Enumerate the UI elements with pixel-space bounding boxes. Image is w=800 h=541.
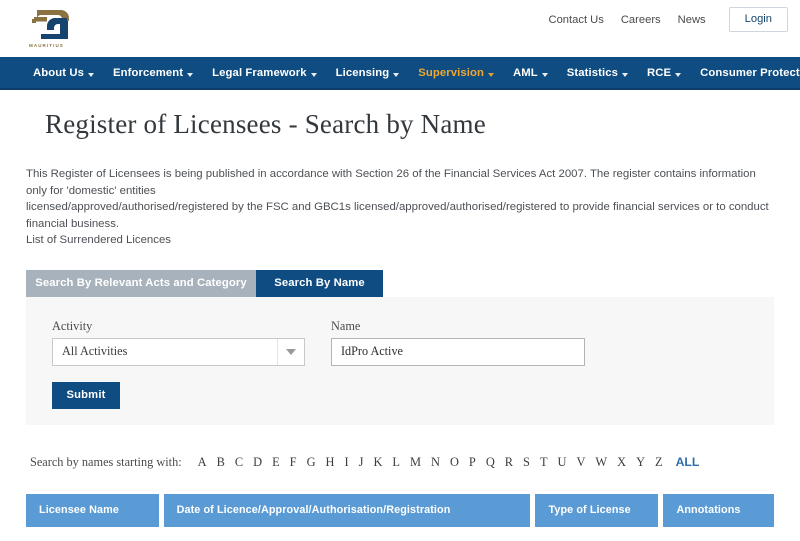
table-column-header: Date of Licence/Approval/Authorisation/R… bbox=[163, 493, 531, 527]
nav-item-label: Legal Framework bbox=[212, 66, 307, 79]
alphabet-all-link[interactable]: ALL bbox=[676, 455, 700, 469]
alphabet-letter-h[interactable]: H bbox=[321, 455, 340, 470]
page-content: Register of Licensees - Search by Name T… bbox=[0, 90, 800, 541]
intro-line-1: This Register of Licensees is being publ… bbox=[26, 168, 756, 197]
careers-link[interactable]: Careers bbox=[621, 14, 661, 26]
alphabet-letter-o[interactable]: O bbox=[445, 455, 464, 470]
alphabet-letter-e[interactable]: E bbox=[267, 455, 285, 470]
news-link[interactable]: News bbox=[678, 14, 706, 26]
search-form-panel: Activity All Activities Name Submit bbox=[26, 296, 774, 425]
name-input[interactable] bbox=[331, 337, 585, 366]
alphabet-letter-v[interactable]: V bbox=[571, 455, 590, 470]
nav-item-enforcement[interactable]: Enforcement bbox=[113, 66, 194, 79]
alphabet-letter-f[interactable]: F bbox=[285, 455, 302, 470]
alphabet-letter-n[interactable]: N bbox=[426, 455, 445, 470]
nav-item-aml[interactable]: AML bbox=[513, 67, 548, 79]
chevron-down-icon bbox=[187, 72, 194, 77]
alphabet-letter-u[interactable]: U bbox=[553, 455, 572, 470]
nav-item-label: RCE bbox=[647, 66, 672, 79]
alphabet-letter-d[interactable]: D bbox=[248, 455, 267, 470]
alphabet-letter-l[interactable]: L bbox=[387, 455, 405, 470]
fsc-logo-icon bbox=[32, 10, 69, 39]
nav-item-legal-framework[interactable]: Legal Framework bbox=[212, 66, 317, 79]
nav-item-consumer-protection[interactable]: Consumer Protection bbox=[700, 67, 800, 79]
alphabet-label: Search by names starting with: bbox=[30, 454, 182, 469]
table-column-header: Annotations bbox=[663, 493, 775, 527]
alphabet-letter-j[interactable]: J bbox=[354, 455, 369, 470]
alphabet-letter-m[interactable]: M bbox=[405, 455, 426, 470]
login-button[interactable]: Login bbox=[728, 7, 788, 32]
alphabet-letter-i[interactable]: I bbox=[339, 455, 353, 470]
tab-search-by-name[interactable]: Search By Name bbox=[256, 269, 383, 297]
alphabet-letters: ABCDEFGHIJKLMNOPQRSTUVWXYZ bbox=[193, 455, 668, 470]
nav-item-about-us[interactable]: About Us bbox=[33, 66, 95, 79]
alphabet-letter-b[interactable]: B bbox=[212, 455, 230, 470]
alphabet-letter-y[interactable]: Y bbox=[631, 455, 650, 470]
contact-us-link[interactable]: Contact Us bbox=[549, 14, 604, 26]
alphabet-letter-t[interactable]: T bbox=[535, 455, 553, 470]
chevron-down-icon bbox=[675, 72, 682, 77]
results-table-header: Licensee Name Date of Licence/Approval/Au… bbox=[26, 493, 775, 527]
alphabet-letter-k[interactable]: K bbox=[368, 455, 387, 470]
alphabet-letter-w[interactable]: W bbox=[590, 455, 612, 470]
page-title: Register of Licensees - Search by Name bbox=[45, 109, 486, 139]
table-column-header: Type of License bbox=[535, 493, 659, 527]
alphabet-letter-r[interactable]: R bbox=[500, 455, 518, 470]
main-navigation: About Us Enforcement Legal Framework Licens… bbox=[0, 57, 800, 90]
activity-select[interactable]: All Activities bbox=[52, 337, 305, 366]
intro-line-3: List of Surrendered Licences bbox=[26, 234, 171, 246]
chevron-down-icon bbox=[541, 72, 548, 77]
nav-item-label: Enforcement bbox=[113, 66, 184, 79]
nav-item-label: About Us bbox=[33, 66, 85, 79]
alphabet-filter: Search by names starting with: ABCDEFGHI… bbox=[30, 455, 800, 470]
alphabet-letter-p[interactable]: P bbox=[464, 455, 481, 470]
nav-item-rce[interactable]: RCE bbox=[647, 66, 682, 79]
nav-item-statistics[interactable]: Statistics bbox=[566, 66, 629, 79]
alphabet-letter-z[interactable]: Z bbox=[650, 455, 668, 470]
chevron-down-icon bbox=[622, 72, 629, 77]
nav-item-label: Licensing bbox=[335, 66, 390, 79]
alphabet-letter-q[interactable]: Q bbox=[481, 455, 500, 470]
nav-item-supervision[interactable]: Supervision bbox=[418, 67, 494, 79]
activity-select-value: All Activities bbox=[62, 344, 128, 358]
nav-item-label: Supervision bbox=[418, 66, 484, 79]
chevron-down-icon bbox=[488, 72, 494, 77]
nav-item-licensing[interactable]: Licensing bbox=[336, 67, 400, 79]
alphabet-letter-s[interactable]: S bbox=[518, 455, 535, 470]
site-header: MAURITIUS Contact Us Careers News Login bbox=[0, 0, 800, 57]
nav-item-label: AML bbox=[513, 66, 538, 79]
nav-item-label: Consumer Protection bbox=[700, 66, 800, 79]
intro-line-2: licensed/approved/authorised/registered … bbox=[26, 201, 769, 230]
logo-subtitle: MAURITIUS bbox=[29, 43, 64, 48]
chevron-down-icon bbox=[310, 72, 317, 77]
nav-item-label: Statistics bbox=[566, 66, 619, 79]
chevron-down-icon bbox=[88, 72, 95, 77]
name-label: Name bbox=[331, 318, 361, 333]
chevron-down-icon bbox=[277, 338, 304, 365]
alphabet-letter-a[interactable]: A bbox=[193, 455, 212, 470]
search-tabs: Search By Relevant Acts and Category Sea… bbox=[26, 269, 800, 297]
submit-button[interactable]: Submit bbox=[52, 381, 120, 409]
activity-label: Activity bbox=[52, 318, 93, 333]
utility-links: Contact Us Careers News Login bbox=[549, 7, 788, 32]
alphabet-letter-c[interactable]: C bbox=[230, 455, 248, 470]
tab-search-by-acts[interactable]: Search By Relevant Acts and Category bbox=[26, 269, 256, 297]
alphabet-letter-g[interactable]: G bbox=[302, 455, 321, 470]
chevron-down-icon bbox=[393, 72, 400, 77]
alphabet-letter-x[interactable]: X bbox=[612, 455, 631, 470]
intro-text: This Register of Licensees is being publ… bbox=[26, 166, 774, 249]
table-column-header: Licensee Name bbox=[26, 493, 159, 527]
